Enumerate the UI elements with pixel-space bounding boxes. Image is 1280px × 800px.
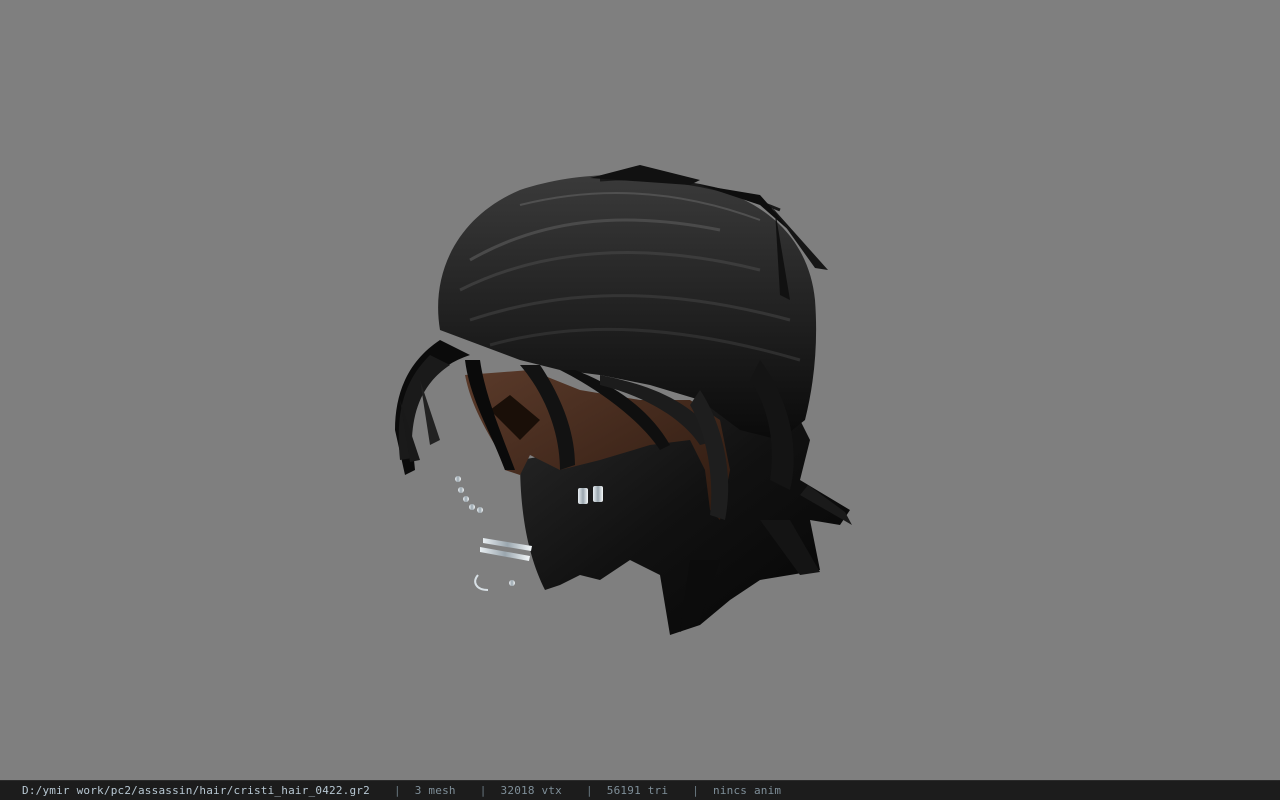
status-separator: | — [479, 784, 487, 797]
hair-model-render[interactable] — [0, 0, 1280, 780]
status-separator: | — [585, 784, 593, 797]
status-separator: | — [692, 784, 700, 797]
file-path-label: D:/ymir work/pc2/assassin/hair/cristi_ha… — [22, 784, 370, 797]
3d-viewport[interactable] — [0, 0, 1280, 780]
spike-piercings — [474, 538, 532, 591]
status-bar: D:/ymir work/pc2/assassin/hair/cristi_ha… — [0, 780, 1280, 800]
triangle-count-label: 56191 tri — [606, 784, 669, 797]
animation-status-label: nincs anim — [713, 784, 782, 797]
vertex-count-label: 32018 vtx — [500, 784, 562, 797]
mesh-count-label: 3 mesh — [414, 784, 456, 797]
status-separator: | — [393, 784, 401, 797]
